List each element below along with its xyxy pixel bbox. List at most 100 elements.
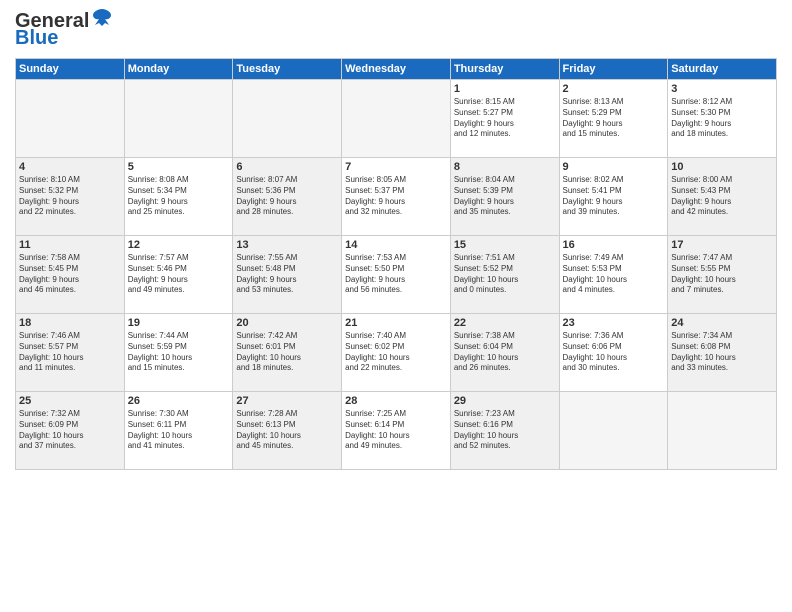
day-number: 13	[236, 239, 338, 251]
calendar-day-cell: 8 Sunrise: 8:04 AM Sunset: 5:39 PM Daylig…	[450, 158, 559, 236]
calendar-day-cell	[668, 392, 777, 470]
calendar-week-row: 1 Sunrise: 8:15 AM Sunset: 5:27 PM Daylig…	[16, 80, 777, 158]
day-number: 2	[563, 83, 665, 95]
calendar-day-cell: 27Sunrise: 7:28 AM Sunset: 6:13 PM Dayli…	[233, 392, 342, 470]
day-info: Sunrise: 8:02 AM Sunset: 5:41 PM Dayligh…	[563, 175, 665, 218]
calendar-day-cell: 12Sunrise: 7:57 AM Sunset: 5:46 PM Dayli…	[124, 236, 233, 314]
calendar-day-cell	[342, 80, 451, 158]
day-number: 28	[345, 395, 447, 407]
day-info: Sunrise: 7:30 AM Sunset: 6:11 PM Dayligh…	[128, 409, 230, 452]
day-number: 14	[345, 239, 447, 251]
day-info: Sunrise: 8:08 AM Sunset: 5:34 PM Dayligh…	[128, 175, 230, 218]
calendar-day-cell: 28 Sunrise: 7:25 AM Sunset: 6:14 PM Dayli…	[342, 392, 451, 470]
calendar-day-cell: 6 Sunrise: 8:07 AM Sunset: 5:36 PM Daylig…	[233, 158, 342, 236]
day-info: Sunrise: 7:38 AM Sunset: 6:04 PM Dayligh…	[454, 331, 556, 374]
calendar-day-cell: 7 Sunrise: 8:05 AM Sunset: 5:37 PM Daylig…	[342, 158, 451, 236]
day-info: Sunrise: 7:46 AM Sunset: 5:57 PM Dayligh…	[19, 331, 121, 374]
calendar-day-cell: 25 Sunrise: 7:32 AM Sunset: 6:09 PM Dayli…	[16, 392, 125, 470]
day-info: Sunrise: 7:47 AM Sunset: 5:55 PM Dayligh…	[671, 253, 773, 296]
calendar-day-cell: 5 Sunrise: 8:08 AM Sunset: 5:34 PM Daylig…	[124, 158, 233, 236]
day-number: 16	[563, 239, 665, 251]
calendar-day-cell: 24 Sunrise: 7:34 AM Sunset: 6:08 PM Dayli…	[668, 314, 777, 392]
day-info: Sunrise: 7:32 AM Sunset: 6:09 PM Dayligh…	[19, 409, 121, 452]
day-info: Sunrise: 8:10 AM Sunset: 5:32 PM Dayligh…	[19, 175, 121, 218]
day-number: 29	[454, 395, 556, 407]
calendar-day-cell: 20 Sunrise: 7:42 AM Sunset: 6:01 PM Dayli…	[233, 314, 342, 392]
calendar-table: SundayMondayTuesdayWednesdayThursdayFrid…	[15, 58, 777, 470]
calendar-day-cell: 26 Sunrise: 7:30 AM Sunset: 6:11 PM Dayli…	[124, 392, 233, 470]
day-number: 9	[563, 161, 665, 173]
calendar-day-cell: 29Sunrise: 7:23 AM Sunset: 6:16 PM Dayli…	[450, 392, 559, 470]
day-info: Sunrise: 7:51 AM Sunset: 5:52 PM Dayligh…	[454, 253, 556, 296]
calendar-day-cell: 14Sunrise: 7:53 AM Sunset: 5:50 PM Dayli…	[342, 236, 451, 314]
day-number: 22	[454, 317, 556, 329]
day-number: 10	[671, 161, 773, 173]
day-number: 4	[19, 161, 121, 173]
weekday-header-sunday: Sunday	[16, 59, 125, 80]
calendar-week-row: 4 Sunrise: 8:10 AM Sunset: 5:32 PM Daylig…	[16, 158, 777, 236]
calendar-day-cell: 16 Sunrise: 7:49 AM Sunset: 5:53 PM Dayli…	[559, 236, 668, 314]
calendar-day-cell: 22 Sunrise: 7:38 AM Sunset: 6:04 PM Dayli…	[450, 314, 559, 392]
calendar-day-cell: 2 Sunrise: 8:13 AM Sunset: 5:29 PM Daylig…	[559, 80, 668, 158]
weekday-header-friday: Friday	[559, 59, 668, 80]
day-info: Sunrise: 7:42 AM Sunset: 6:01 PM Dayligh…	[236, 331, 338, 374]
day-info: Sunrise: 7:36 AM Sunset: 6:06 PM Dayligh…	[563, 331, 665, 374]
day-number: 18	[19, 317, 121, 329]
weekday-header-wednesday: Wednesday	[342, 59, 451, 80]
weekday-header-monday: Monday	[124, 59, 233, 80]
calendar-day-cell: 9 Sunrise: 8:02 AM Sunset: 5:41 PM Daylig…	[559, 158, 668, 236]
calendar-day-cell: 17 Sunrise: 7:47 AM Sunset: 5:55 PM Dayli…	[668, 236, 777, 314]
calendar-day-cell: 19 Sunrise: 7:44 AM Sunset: 5:59 PM Dayli…	[124, 314, 233, 392]
day-info: Sunrise: 8:04 AM Sunset: 5:39 PM Dayligh…	[454, 175, 556, 218]
weekday-header-thursday: Thursday	[450, 59, 559, 80]
calendar-day-cell: 3Sunrise: 8:12 AM Sunset: 5:30 PM Daylig…	[668, 80, 777, 158]
day-number: 1	[454, 83, 556, 95]
calendar-day-cell: 4 Sunrise: 8:10 AM Sunset: 5:32 PM Daylig…	[16, 158, 125, 236]
day-number: 3	[671, 83, 773, 95]
calendar-day-cell: 13 Sunrise: 7:55 AM Sunset: 5:48 PM Dayli…	[233, 236, 342, 314]
calendar-day-cell: 23 Sunrise: 7:36 AM Sunset: 6:06 PM Dayli…	[559, 314, 668, 392]
calendar-day-cell: 11 Sunrise: 7:58 AM Sunset: 5:45 PM Dayli…	[16, 236, 125, 314]
day-number: 20	[236, 317, 338, 329]
day-number: 12	[128, 239, 230, 251]
day-info: Sunrise: 7:55 AM Sunset: 5:48 PM Dayligh…	[236, 253, 338, 296]
day-number: 24	[671, 317, 773, 329]
calendar-day-cell: 18 Sunrise: 7:46 AM Sunset: 5:57 PM Dayli…	[16, 314, 125, 392]
calendar-day-cell	[559, 392, 668, 470]
calendar-day-cell: 10 Sunrise: 8:00 AM Sunset: 5:43 PM Dayli…	[668, 158, 777, 236]
day-number: 5	[128, 161, 230, 173]
day-info: Sunrise: 8:15 AM Sunset: 5:27 PM Dayligh…	[454, 97, 556, 140]
day-number: 26	[128, 395, 230, 407]
calendar-day-cell	[233, 80, 342, 158]
day-number: 17	[671, 239, 773, 251]
day-number: 25	[19, 395, 121, 407]
day-info: Sunrise: 8:05 AM Sunset: 5:37 PM Dayligh…	[345, 175, 447, 218]
page-container: General Blue SundayMondayTuesdayWednesda…	[0, 0, 792, 475]
calendar-week-row: 25 Sunrise: 7:32 AM Sunset: 6:09 PM Dayli…	[16, 392, 777, 470]
day-info: Sunrise: 8:07 AM Sunset: 5:36 PM Dayligh…	[236, 175, 338, 218]
day-info: Sunrise: 8:13 AM Sunset: 5:29 PM Dayligh…	[563, 97, 665, 140]
day-number: 11	[19, 239, 121, 251]
day-number: 7	[345, 161, 447, 173]
calendar-day-cell	[16, 80, 125, 158]
logo-blue-text: Blue	[15, 27, 58, 50]
calendar-week-row: 11 Sunrise: 7:58 AM Sunset: 5:45 PM Dayli…	[16, 236, 777, 314]
calendar-day-cell: 1 Sunrise: 8:15 AM Sunset: 5:27 PM Daylig…	[450, 80, 559, 158]
day-info: Sunrise: 7:34 AM Sunset: 6:08 PM Dayligh…	[671, 331, 773, 374]
day-info: Sunrise: 7:44 AM Sunset: 5:59 PM Dayligh…	[128, 331, 230, 374]
calendar-day-cell: 21Sunrise: 7:40 AM Sunset: 6:02 PM Dayli…	[342, 314, 451, 392]
day-number: 6	[236, 161, 338, 173]
day-number: 15	[454, 239, 556, 251]
day-number: 19	[128, 317, 230, 329]
day-info: Sunrise: 7:28 AM Sunset: 6:13 PM Dayligh…	[236, 409, 338, 452]
day-info: Sunrise: 7:40 AM Sunset: 6:02 PM Dayligh…	[345, 331, 447, 374]
day-info: Sunrise: 7:25 AM Sunset: 6:14 PM Dayligh…	[345, 409, 447, 452]
day-info: Sunrise: 7:58 AM Sunset: 5:45 PM Dayligh…	[19, 253, 121, 296]
day-info: Sunrise: 8:00 AM Sunset: 5:43 PM Dayligh…	[671, 175, 773, 218]
logo: General Blue	[15, 10, 113, 50]
weekday-header-saturday: Saturday	[668, 59, 777, 80]
day-number: 23	[563, 317, 665, 329]
weekday-header-tuesday: Tuesday	[233, 59, 342, 80]
day-number: 8	[454, 161, 556, 173]
day-info: Sunrise: 7:49 AM Sunset: 5:53 PM Dayligh…	[563, 253, 665, 296]
